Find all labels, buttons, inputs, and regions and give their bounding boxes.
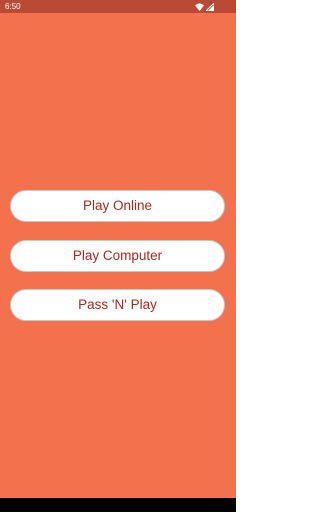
- play-online-button[interactable]: Play Online: [10, 190, 225, 222]
- status-time: 6:50: [5, 2, 21, 11]
- main-menu: Play Online Play Computer Pass 'N' Play: [10, 190, 225, 339]
- status-bar: 6:50: [0, 0, 236, 13]
- signal-icon: [206, 2, 214, 11]
- status-icons: [195, 2, 214, 11]
- wifi-icon: [195, 3, 204, 11]
- app-screen: 6:50 Play Online Play Computer Pass 'N' …: [0, 0, 236, 512]
- play-computer-button[interactable]: Play Computer: [10, 240, 225, 272]
- navigation-bar: [0, 498, 236, 512]
- pass-n-play-button[interactable]: Pass 'N' Play: [10, 289, 225, 321]
